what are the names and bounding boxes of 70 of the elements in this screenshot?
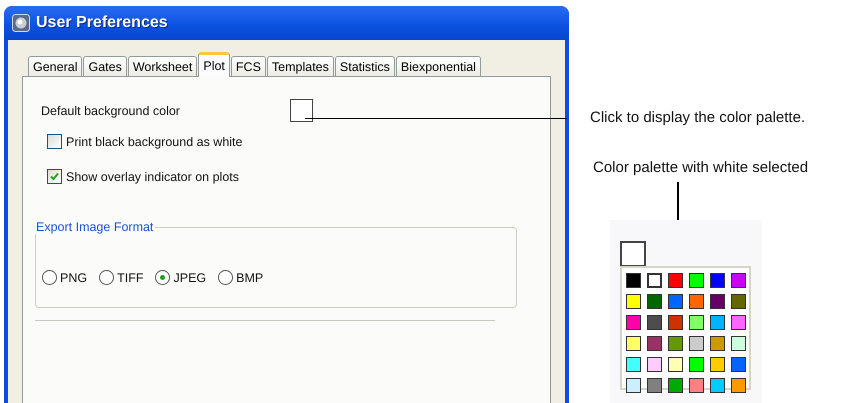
color-cell[interactable] <box>688 273 704 288</box>
color-cell[interactable] <box>710 336 724 351</box>
radio-option[interactable]: BMP <box>218 270 264 285</box>
color-cell[interactable] <box>730 315 746 330</box>
radio-button[interactable] <box>99 270 114 285</box>
tab[interactable]: Biexponential <box>396 56 481 76</box>
group-title: Export Image Format <box>34 220 156 234</box>
color-cell[interactable] <box>730 273 746 288</box>
app-icon <box>12 14 30 32</box>
radio-label: BMP <box>236 270 264 284</box>
color-cell[interactable] <box>668 336 682 351</box>
color-cell[interactable] <box>626 315 640 330</box>
color-cell[interactable] <box>688 294 704 309</box>
color-cell[interactable] <box>626 357 640 372</box>
tab[interactable]: Worksheet <box>128 56 198 76</box>
color-cell[interactable] <box>668 378 682 393</box>
checkbox-label: Print black background as white <box>66 134 242 148</box>
checkbox-label: Show overlay indicator on plots <box>66 170 240 184</box>
radio-button[interactable] <box>42 270 57 285</box>
radio-label: PNG <box>60 270 88 284</box>
radio-button[interactable] <box>218 270 234 285</box>
radio-option[interactable]: JPEG <box>155 270 206 285</box>
color-swatch[interactable] <box>290 99 313 122</box>
radio-label: TIFF <box>117 270 144 284</box>
color-cell[interactable] <box>646 378 662 393</box>
callout-text: Click to display the color palette. <box>590 109 806 126</box>
tab[interactable]: Plot <box>198 52 230 77</box>
color-cell[interactable] <box>668 315 682 330</box>
color-cell[interactable] <box>646 315 662 330</box>
color-cell[interactable] <box>688 336 704 351</box>
tab[interactable]: Gates <box>83 56 127 76</box>
callout-text: Color palette with white selected <box>593 159 808 176</box>
color-cell[interactable] <box>688 378 704 393</box>
color-cell[interactable] <box>688 357 704 372</box>
color-cell[interactable] <box>730 336 746 351</box>
color-cell[interactable] <box>668 273 682 288</box>
color-cell[interactable] <box>646 357 662 372</box>
color-cell[interactable] <box>626 378 640 393</box>
radio-label: JPEG <box>173 270 206 284</box>
color-cell[interactable] <box>646 273 662 288</box>
color-cell[interactable] <box>710 315 724 330</box>
color-cell[interactable] <box>626 336 640 351</box>
color-cell[interactable] <box>710 294 724 309</box>
radio-option[interactable]: PNG <box>42 270 88 285</box>
checkbox[interactable]: Print black background as white <box>47 134 532 149</box>
color-cell[interactable] <box>668 294 682 309</box>
color-cell[interactable] <box>646 294 662 309</box>
tab[interactable]: Statistics <box>334 56 395 76</box>
color-cell[interactable] <box>688 315 704 330</box>
checkbox[interactable]: Show overlay indicator on plots <box>47 169 532 184</box>
tab[interactable]: FCS <box>230 56 266 76</box>
checkbox-box[interactable] <box>47 169 62 184</box>
color-cell[interactable] <box>730 378 746 393</box>
radio-option[interactable]: TIFF <box>99 270 144 285</box>
color-cell[interactable] <box>710 378 724 393</box>
tab[interactable]: Templates <box>266 56 334 76</box>
radio-button[interactable] <box>155 270 170 285</box>
color-cell[interactable] <box>626 294 640 309</box>
color-cell[interactable] <box>730 294 746 309</box>
color-cell[interactable] <box>626 273 640 288</box>
color-cell[interactable] <box>710 273 724 288</box>
window-title: User Preferences <box>36 14 168 32</box>
color-cell[interactable] <box>730 357 746 372</box>
tab[interactable]: General <box>28 56 82 76</box>
color-cell[interactable] <box>646 336 662 351</box>
color-cell[interactable] <box>710 357 724 372</box>
checkbox-box[interactable] <box>47 134 62 149</box>
check-icon <box>49 171 60 182</box>
field-label: Default background color <box>41 104 180 118</box>
color-cell[interactable] <box>668 357 682 372</box>
